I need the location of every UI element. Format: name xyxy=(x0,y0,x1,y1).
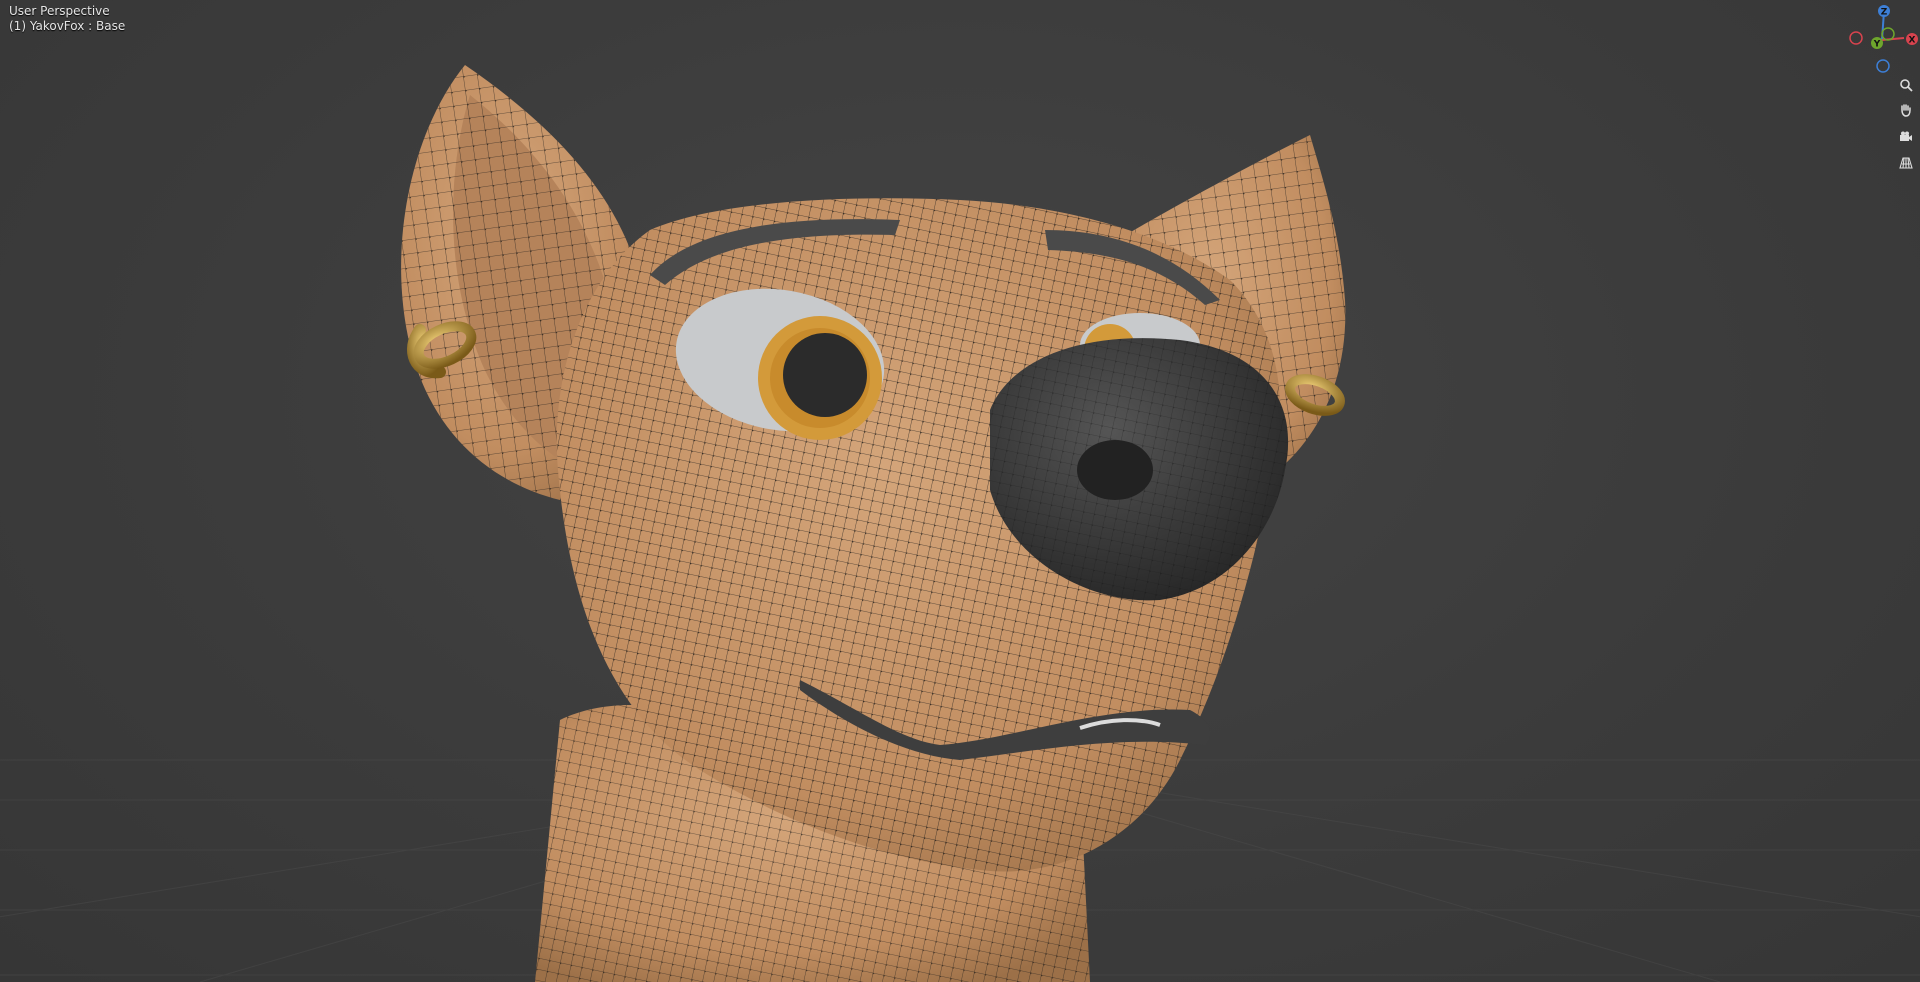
magnifier-icon xyxy=(1900,79,1913,92)
active-object-label: (1) YakovFox : Base xyxy=(9,19,126,33)
svg-text:Z: Z xyxy=(1881,8,1888,18)
hand-icon xyxy=(1901,104,1911,117)
view-name-label: User Perspective xyxy=(9,4,110,18)
pan-view-button[interactable] xyxy=(1896,100,1916,120)
gizmo-neg-x-axis xyxy=(1849,31,1863,45)
gizmo-neg-y-axis xyxy=(1881,27,1895,41)
ortho-toggle-button[interactable] xyxy=(1896,153,1916,173)
grid-icon xyxy=(1899,157,1913,169)
scene-canvas[interactable] xyxy=(0,0,1920,982)
zoom-view-button[interactable] xyxy=(1896,75,1916,95)
svg-text:Y: Y xyxy=(1873,40,1881,50)
camera-view-button[interactable] xyxy=(1896,127,1916,147)
svg-text:X: X xyxy=(1909,36,1916,46)
camera-icon xyxy=(1900,131,1912,141)
gizmo-neg-z-axis xyxy=(1876,59,1890,73)
orientation-gizmo[interactable]: Z X Y xyxy=(1840,0,1920,80)
3d-viewport[interactable]: User Perspective (1) YakovFox : Base Z X… xyxy=(0,0,1920,982)
